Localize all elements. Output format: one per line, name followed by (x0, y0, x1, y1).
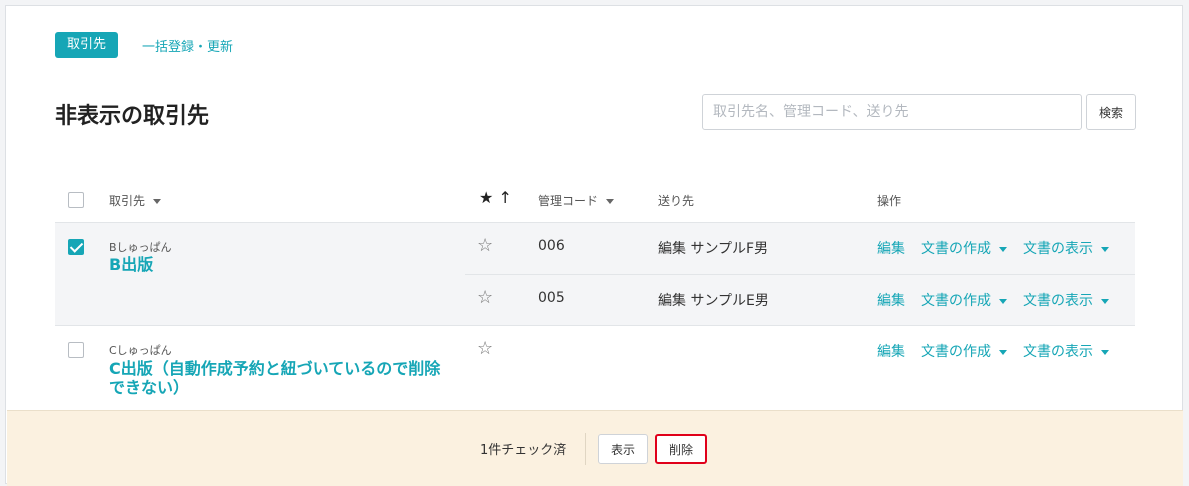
edit-link[interactable]: 編集 (877, 238, 905, 258)
show-doc-dropdown[interactable]: 文書の表示 (1023, 341, 1109, 361)
delete-button[interactable]: 削除 (655, 434, 707, 464)
header-partner[interactable]: 取引先 (109, 192, 162, 209)
table-row: ☆ 006 編集 サンプルF男 編集 文書の作成 文書の表示 (465, 223, 1135, 273)
chevron-down-icon (1101, 298, 1109, 304)
chevron-down-icon (999, 349, 1007, 355)
chevron-down-icon (1101, 246, 1109, 252)
sort-favorite[interactable]: ★ ↑ (479, 188, 512, 207)
row-actions: 編集 文書の作成 文書の表示 (877, 341, 1125, 361)
search-button[interactable]: 検索 (1086, 94, 1136, 130)
show-doc-dropdown[interactable]: 文書の表示 (1023, 238, 1109, 258)
create-doc-dropdown[interactable]: 文書の作成 (921, 341, 1007, 361)
show-doc-dropdown[interactable]: 文書の表示 (1023, 290, 1109, 310)
search-bar: 検索 (702, 94, 1136, 130)
table-row: ☆ 編集 文書の作成 文書の表示 (465, 326, 1135, 376)
sort-arrow-icon: ↑ (498, 188, 512, 207)
sort-caret-icon (153, 199, 162, 204)
table-header: 取引先 ★ ↑ 管理コード 送り先 操作 (55, 178, 1135, 222)
partners-table: 取引先 ★ ↑ 管理コード 送り先 操作 Bしゅっぱん B出版 ☆ 006 編集… (55, 178, 1135, 412)
divider (585, 433, 586, 465)
recipient-cell: 編集 サンプルE男 (658, 293, 769, 309)
recipient-cell: 編集 サンプルF男 (658, 241, 769, 257)
edit-link[interactable]: 編集 (877, 341, 905, 361)
bulk-action-bar: 1件チェック済 表示 削除 (7, 410, 1183, 486)
table-row-group: Bしゅっぱん B出版 ☆ 006 編集 サンプルF男 編集 文書の作成 文書の表… (55, 222, 1135, 325)
show-button[interactable]: 表示 (598, 434, 649, 464)
table-row-group: Cしゅっぱん C出版（自動作成予約と紐づいているので削除できない） ☆ 編集 文… (55, 325, 1135, 412)
star-outline-icon[interactable]: ☆ (477, 235, 493, 256)
code-cell: 006 (538, 238, 565, 254)
select-all-checkbox[interactable] (68, 192, 84, 208)
row-actions: 編集 文書の作成 文書の表示 (877, 290, 1125, 310)
main-panel: 取引先 一括登録・更新 非表示の取引先 検索 取引先 ★ ↑ 管理コード 送り先… (5, 5, 1183, 486)
create-doc-dropdown[interactable]: 文書の作成 (921, 290, 1007, 310)
star-filled-icon: ★ (479, 188, 494, 207)
partner-kana: Bしゅっぱん (109, 241, 172, 254)
checked-count: 1件チェック済 (480, 443, 567, 458)
chevron-down-icon (1101, 349, 1109, 355)
create-doc-dropdown[interactable]: 文書の作成 (921, 238, 1007, 258)
page-title: 非表示の取引先 (55, 104, 210, 129)
row-checkbox[interactable] (68, 239, 84, 255)
header-code[interactable]: 管理コード (538, 192, 615, 209)
header-actions: 操作 (877, 194, 902, 208)
tab-bulk-register[interactable]: 一括登録・更新 (142, 36, 233, 55)
row-checkbox[interactable] (68, 342, 84, 358)
header-recipient: 送り先 (658, 194, 695, 208)
star-outline-icon[interactable]: ☆ (477, 287, 493, 308)
chevron-down-icon (999, 298, 1007, 304)
partner-name-link[interactable]: C出版（自動作成予約と紐づいているので削除できない） (109, 359, 449, 397)
search-input[interactable] (702, 94, 1082, 130)
code-cell: 005 (538, 290, 565, 306)
partner-kana: Cしゅっぱん (109, 344, 172, 357)
chevron-down-icon (999, 246, 1007, 252)
table-row: ☆ 005 編集 サンプルE男 編集 文書の作成 文書の表示 (465, 274, 1135, 325)
tab-bar: 取引先 一括登録・更新 (55, 32, 233, 58)
partner-name-link[interactable]: B出版 (109, 255, 449, 274)
row-actions: 編集 文書の作成 文書の表示 (877, 238, 1125, 258)
star-outline-icon[interactable]: ☆ (477, 338, 493, 359)
tab-partners[interactable]: 取引先 (55, 32, 119, 58)
edit-link[interactable]: 編集 (877, 290, 905, 310)
sort-caret-icon (606, 199, 615, 204)
